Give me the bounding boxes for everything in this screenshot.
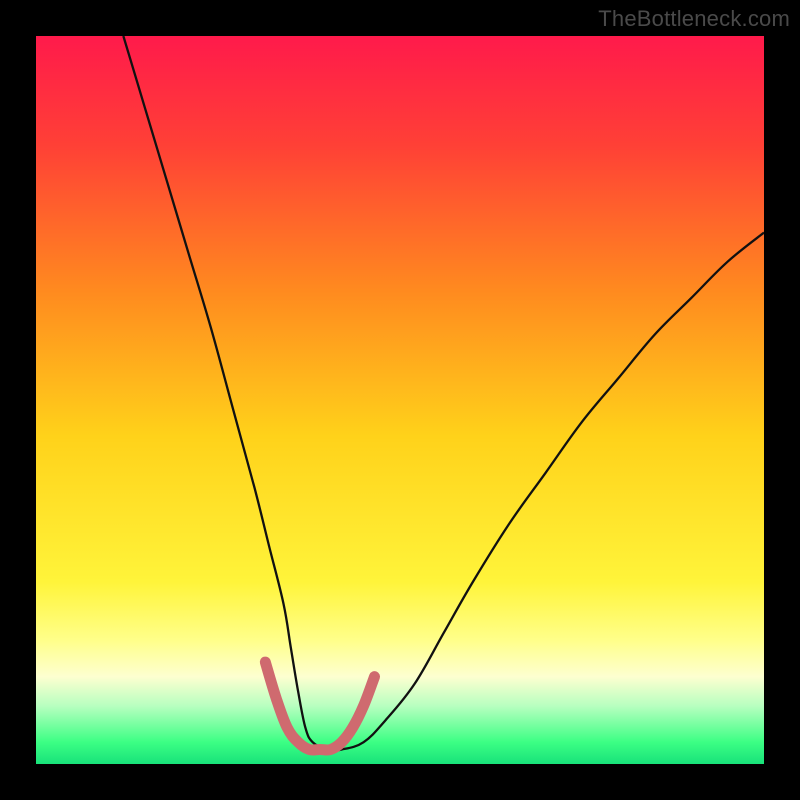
chart-background [36, 36, 764, 764]
app-frame: TheBottleneck.com [0, 0, 800, 800]
bottleneck-chart [36, 36, 764, 764]
watermark-text: TheBottleneck.com [598, 6, 790, 32]
